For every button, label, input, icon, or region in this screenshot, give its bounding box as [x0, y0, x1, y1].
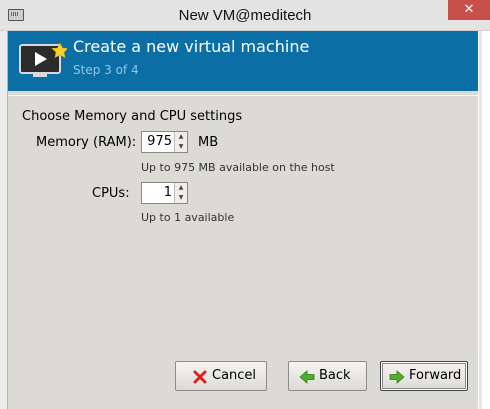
memory-label: Memory (RAM):: [36, 135, 137, 150]
arrow-right-icon: [389, 370, 405, 384]
window-edge: [478, 31, 490, 409]
cancel-label: Cancel: [212, 368, 257, 383]
cpus-value[interactable]: 1: [164, 185, 172, 200]
memory-hint: Up to 975 MB available on the host: [141, 161, 335, 174]
window-titlebar: New VM@meditech ✕: [0, 0, 490, 31]
memory-spinbox[interactable]: 975 ▲ ▼: [141, 131, 188, 153]
arrow-left-icon: [299, 370, 315, 384]
wizard-step: Step 3 of 4: [73, 63, 139, 77]
window-title: New VM@meditech: [178, 7, 312, 24]
cpus-spin-arrows[interactable]: ▲ ▼: [174, 183, 187, 203]
separator: [8, 95, 478, 96]
memory-unit: MB: [198, 135, 219, 150]
cancel-button[interactable]: Cancel: [175, 361, 267, 391]
wizard-frame: Create a new virtual machine Step 3 of 4…: [7, 31, 479, 409]
memory-value[interactable]: 975: [147, 134, 172, 149]
cpus-spinbox[interactable]: 1 ▲ ▼: [141, 182, 188, 204]
wizard-title: Create a new virtual machine: [73, 37, 310, 56]
forward-button[interactable]: Forward: [380, 361, 468, 391]
cpus-hint: Up to 1 available: [141, 211, 235, 224]
forward-label: Forward: [409, 368, 462, 383]
cancel-icon: [193, 370, 207, 384]
back-button[interactable]: Back: [288, 361, 367, 391]
memory-spin-arrows[interactable]: ▲ ▼: [174, 132, 187, 152]
back-label: Back: [319, 368, 351, 383]
section-title: Choose Memory and CPU settings: [22, 109, 243, 124]
wizard-header: Create a new virtual machine Step 3 of 4: [8, 31, 478, 91]
cpus-label: CPUs:: [92, 186, 130, 201]
monitor-play-icon: [19, 42, 67, 77]
close-button[interactable]: ✕: [448, 0, 490, 20]
